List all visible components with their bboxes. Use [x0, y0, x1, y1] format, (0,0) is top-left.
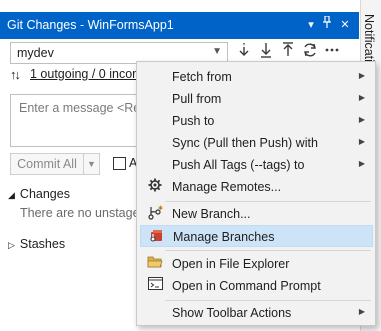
gear-icon — [146, 178, 164, 196]
menu-item-label: New Branch... — [172, 207, 251, 221]
menu-separator — [165, 201, 371, 202]
menu-item-label: Manage Branches — [173, 230, 275, 244]
submenu-arrow-icon: ▶ — [358, 307, 365, 316]
outgoing-incoming-icon: ↑↓ — [10, 67, 21, 82]
stashes-section-header[interactable]: ▷ Stashes — [8, 237, 65, 251]
menu-item-label: Fetch from — [172, 70, 232, 84]
menu-item-label: Open in Command Prompt — [172, 279, 321, 293]
menu-separator — [165, 250, 371, 251]
pull-icon[interactable] — [256, 42, 276, 62]
menu-item-push-all-tags[interactable]: Push All Tags (--tags) to ▶ — [140, 154, 373, 176]
menu-item-sync-with[interactable]: Sync (Pull then Push) with ▶ — [140, 132, 373, 154]
stashes-label: Stashes — [19, 237, 66, 251]
menu-item-label: Manage Remotes... — [172, 180, 282, 194]
window-title: Git Changes - WinFormsApp1 — [7, 18, 174, 32]
menu-item-manage-branches[interactable]: Manage Branches — [140, 225, 373, 247]
menu-item-label: Push All Tags (--tags) to — [172, 158, 305, 172]
changes-section-header[interactable]: ◢ Changes — [8, 187, 70, 201]
toolbar-context-menu: Fetch from ▶ Pull from ▶ Push to ▶ Sync … — [136, 61, 376, 326]
commit-dropdown-button[interactable]: ▼ — [84, 153, 100, 175]
menu-item-new-branch[interactable]: ✱ New Branch... — [140, 203, 373, 225]
commit-message-input[interactable]: Enter a message <Required> — [10, 94, 182, 147]
more-actions-icon[interactable] — [322, 42, 342, 62]
amend-checkbox[interactable] — [113, 157, 126, 170]
manage-branches-icon — [147, 228, 165, 246]
menu-item-label: Show Toolbar Actions — [172, 306, 292, 320]
pin-icon[interactable] — [319, 15, 335, 34]
submenu-arrow-icon: ▶ — [358, 137, 365, 146]
menu-item-push-to[interactable]: Push to ▶ — [140, 110, 373, 132]
command-prompt-icon — [146, 277, 164, 295]
menu-item-manage-remotes[interactable]: Manage Remotes... — [140, 176, 373, 198]
new-branch-icon: ✱ — [146, 205, 164, 223]
menu-separator — [165, 300, 371, 301]
submenu-arrow-icon: ▶ — [358, 71, 365, 80]
collapsed-triangle-icon: ▷ — [8, 240, 15, 250]
submenu-arrow-icon: ▶ — [358, 159, 365, 168]
window-menu-button[interactable]: ▾ — [303, 16, 319, 34]
folder-icon — [146, 255, 164, 273]
expanded-triangle-icon: ◢ — [8, 190, 15, 200]
menu-item-label: Sync (Pull then Push) with — [172, 136, 318, 150]
close-button[interactable]: ✕ — [337, 16, 353, 34]
menu-item-open-command-prompt[interactable]: Open in Command Prompt — [140, 275, 373, 297]
fetch-icon[interactable] — [234, 42, 254, 62]
menu-item-fetch-from[interactable]: Fetch from ▶ — [140, 66, 373, 88]
menu-item-label: Open in File Explorer — [172, 257, 290, 271]
submenu-arrow-icon: ▶ — [358, 115, 365, 124]
menu-item-open-file-explorer[interactable]: Open in File Explorer — [140, 253, 373, 275]
svg-text:✱: ✱ — [158, 205, 163, 212]
commit-all-button[interactable]: Commit All — [10, 153, 84, 175]
push-icon[interactable] — [278, 42, 298, 62]
menu-item-label: Push to — [172, 114, 215, 128]
menu-item-show-toolbar-actions[interactable]: Show Toolbar Actions ▶ — [140, 302, 373, 324]
title-bar: Git Changes - WinFormsApp1 ▾ ✕ — [0, 12, 359, 39]
sync-icon[interactable] — [300, 42, 320, 62]
menu-item-label: Pull from — [172, 92, 222, 106]
submenu-arrow-icon: ▶ — [358, 93, 365, 102]
menu-item-pull-from[interactable]: Pull from ▶ — [140, 88, 373, 110]
branch-name: mydev — [17, 46, 54, 60]
chevron-down-icon: ▼ — [212, 46, 222, 57]
changes-label: Changes — [19, 187, 70, 201]
